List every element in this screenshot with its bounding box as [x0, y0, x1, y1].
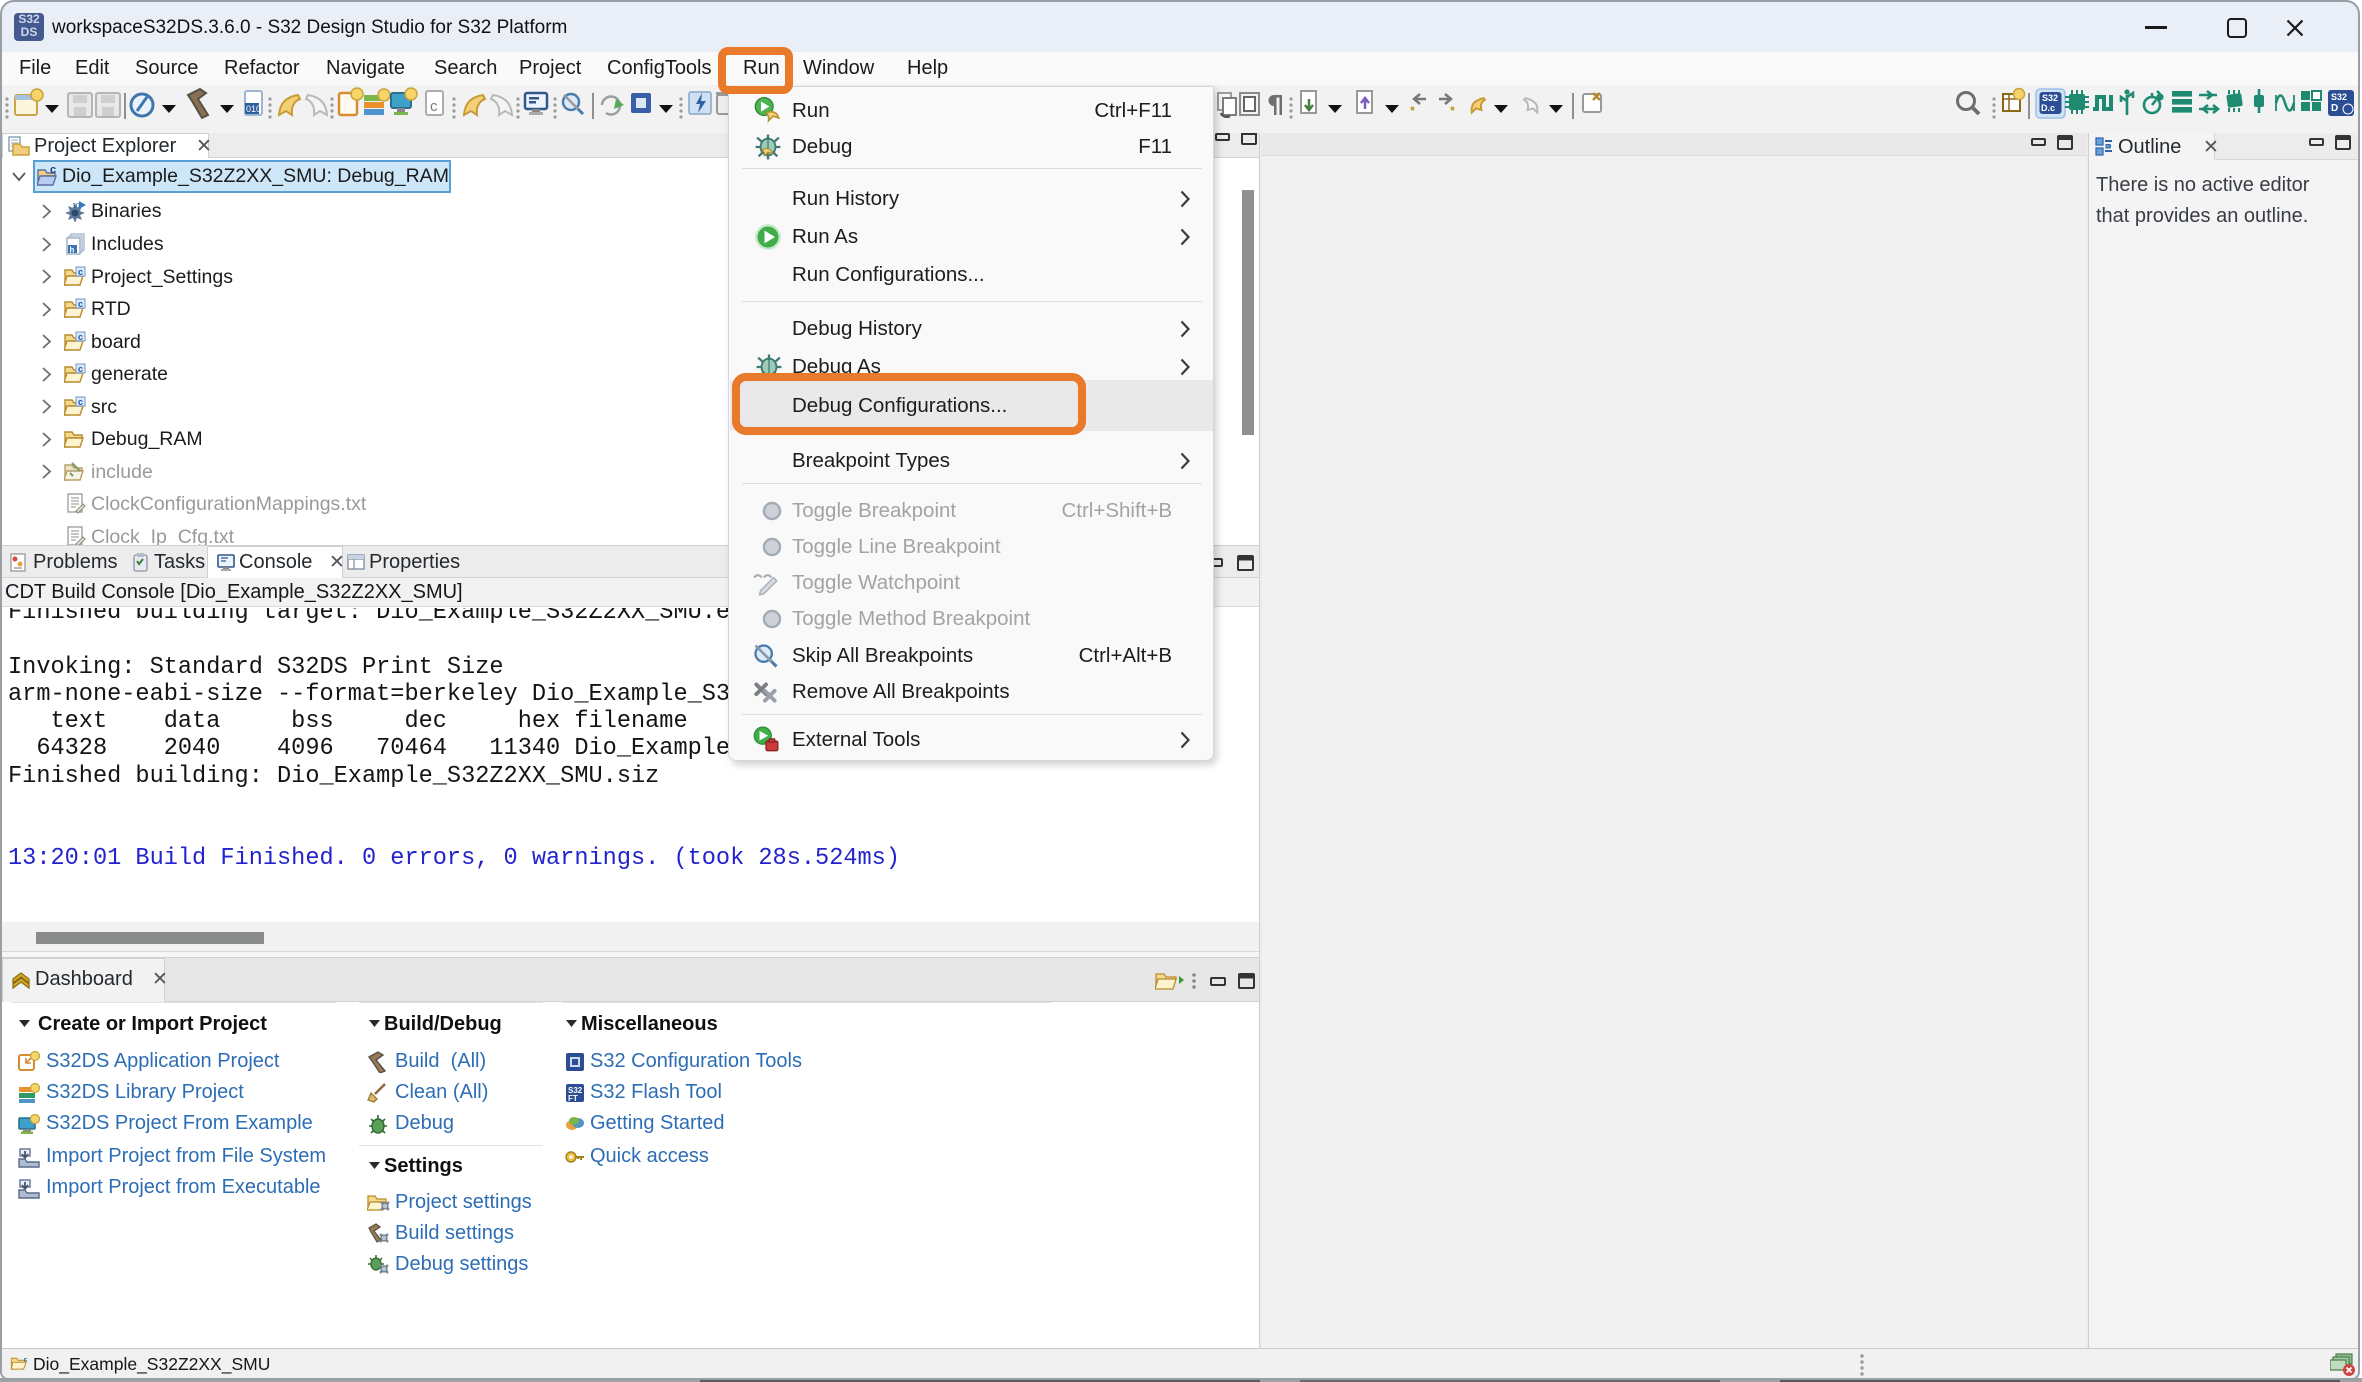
svg-text:S32: S32 — [2042, 93, 2058, 103]
svg-text:c: c — [24, 1357, 28, 1364]
svg-text:c: c — [50, 164, 56, 176]
svg-text:h: h — [70, 246, 75, 255]
svg-text:FT: FT — [568, 1094, 578, 1103]
svg-text:D.c: D.c — [2041, 103, 2055, 113]
svg-text:S32: S32 — [2331, 92, 2347, 102]
svg-text:10: 10 — [72, 203, 80, 210]
svg-text:c: c — [430, 98, 438, 115]
svg-text:010: 010 — [246, 104, 261, 114]
svg-text:D: D — [2331, 103, 2338, 114]
